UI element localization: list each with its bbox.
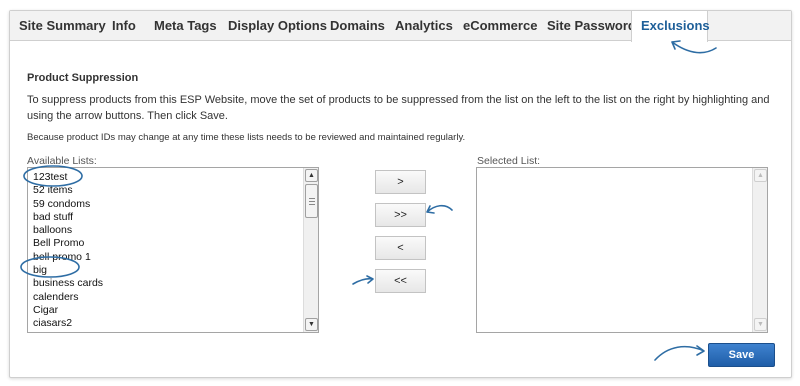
tab-ecommerce[interactable]: eCommerce bbox=[454, 11, 546, 41]
tab-site-summary[interactable]: Site Summary bbox=[10, 11, 115, 41]
tab-bar: Site Summary Info Meta Tags Display Opti… bbox=[10, 11, 791, 42]
selected-list-label: Selected List: bbox=[477, 155, 541, 167]
move-left-button[interactable]: < bbox=[375, 236, 426, 260]
selected-list-items bbox=[477, 168, 767, 171]
list-item[interactable]: big bbox=[33, 264, 318, 277]
list-item[interactable]: Cigar bbox=[33, 304, 318, 317]
tab-info[interactable]: Info bbox=[103, 11, 145, 41]
list-item[interactable]: bell promo 1 bbox=[33, 251, 318, 264]
available-lists-listbox[interactable]: 123test 52 items 59 condoms bad stuff ba… bbox=[27, 167, 319, 333]
tab-display-options[interactable]: Display Options bbox=[219, 11, 336, 41]
available-lists-scrollbar[interactable]: ▲ ▼ bbox=[303, 168, 318, 332]
scroll-up-icon[interactable]: ▲ bbox=[305, 169, 318, 182]
list-item[interactable]: 52 items bbox=[33, 184, 318, 197]
tab-exclusions[interactable]: Exclusions bbox=[631, 11, 710, 42]
section-title: Product Suppression bbox=[27, 72, 139, 84]
tab-meta-tags[interactable]: Meta Tags bbox=[145, 11, 226, 41]
move-all-left-button[interactable]: << bbox=[375, 269, 426, 293]
tab-analytics[interactable]: Analytics bbox=[386, 11, 462, 41]
list-item[interactable]: bad stuff bbox=[33, 211, 318, 224]
list-item[interactable]: business cards bbox=[33, 277, 318, 290]
tab-domains[interactable]: Domains bbox=[321, 11, 394, 41]
selected-list-listbox[interactable]: ▲ ▼ bbox=[476, 167, 768, 333]
move-all-right-button[interactable]: >> bbox=[375, 203, 426, 227]
list-item[interactable]: 59 condoms bbox=[33, 198, 318, 211]
available-lists-label: Available Lists: bbox=[27, 155, 97, 167]
scroll-up-icon[interactable]: ▲ bbox=[754, 169, 767, 182]
selected-list-scrollbar[interactable]: ▲ ▼ bbox=[752, 168, 767, 332]
scrollbar-thumb[interactable] bbox=[305, 184, 318, 218]
move-right-button[interactable]: > bbox=[375, 170, 426, 194]
save-button[interactable]: Save bbox=[708, 343, 775, 367]
list-item[interactable]: calenders bbox=[33, 291, 318, 304]
list-item[interactable]: Bell Promo bbox=[33, 237, 318, 250]
scroll-down-icon[interactable]: ▼ bbox=[754, 318, 767, 331]
list-item[interactable]: 123test bbox=[33, 171, 318, 184]
section-description: To suppress products from this ESP Websi… bbox=[27, 94, 770, 122]
scroll-down-icon[interactable]: ▼ bbox=[305, 318, 318, 331]
tab-site-password[interactable]: Site Password bbox=[538, 11, 645, 41]
list-item[interactable]: ciasars2 bbox=[33, 317, 318, 330]
section-note: Because product IDs may change at any ti… bbox=[27, 132, 466, 143]
list-item[interactable]: balloons bbox=[33, 224, 318, 237]
